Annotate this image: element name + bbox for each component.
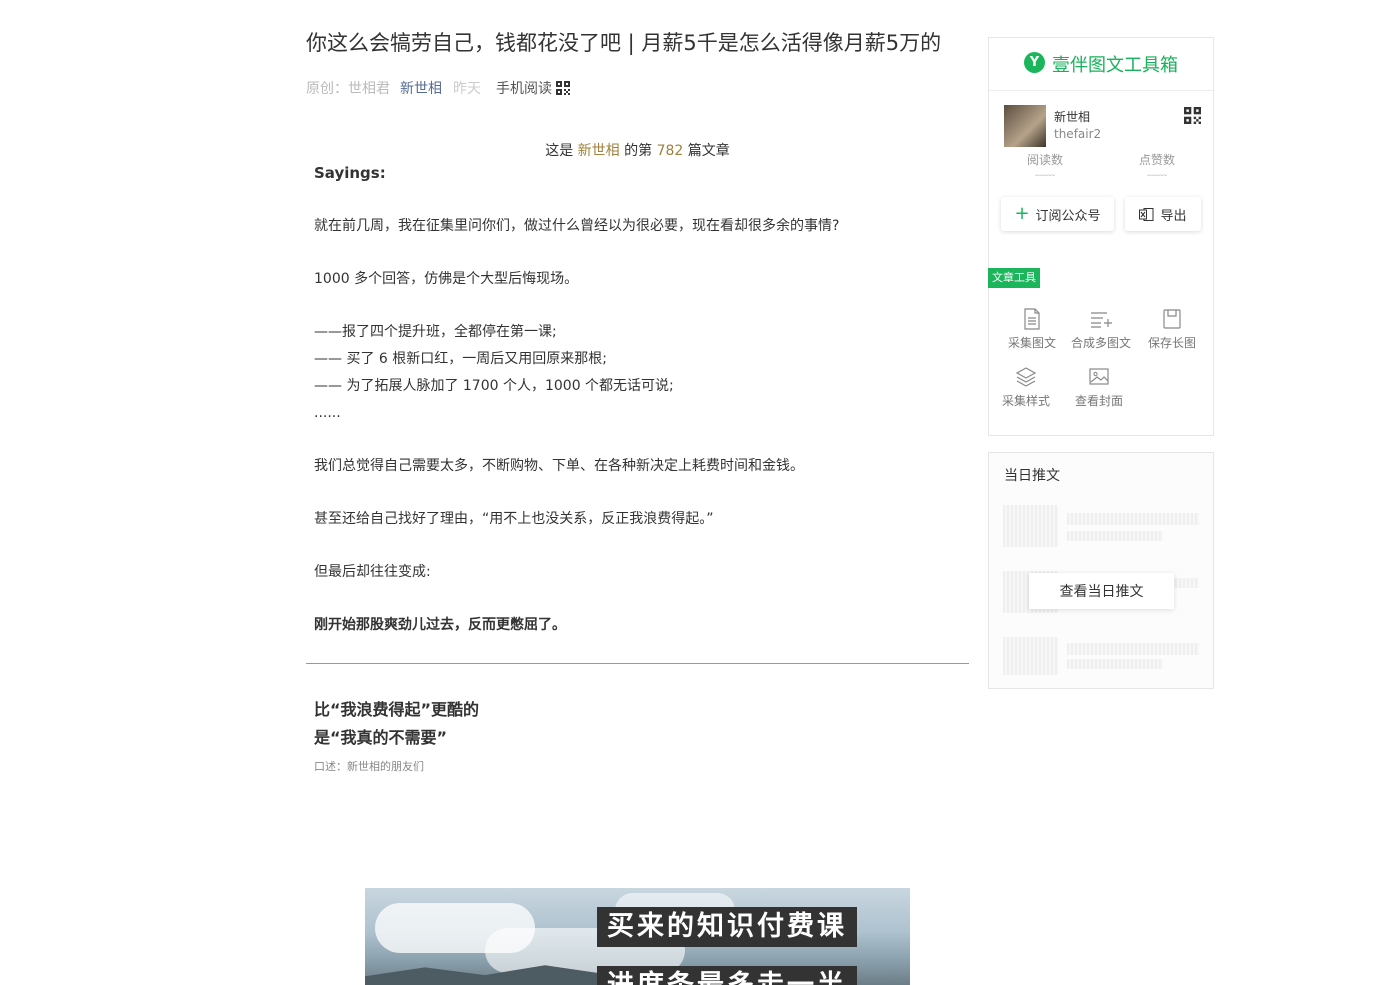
article-meta: 原创： 世相君 新世相 昨天 手机阅读 <box>306 78 969 98</box>
intro-number: 782 <box>656 143 684 159</box>
excel-icon <box>1139 207 1154 221</box>
profile-id: thefair2 <box>1054 127 1102 141</box>
original-label: 原创： <box>306 81 348 97</box>
paragraph: 但最后却往往变成: <box>314 564 431 580</box>
likes-stat: 点赞数 ﹏﹏ <box>1101 151 1213 195</box>
paragraph: 甚至还给自己找好了理由，“用不上也没关系，反正我浪费得起。” <box>314 511 714 527</box>
account-profile: 新世相 thefair2 <box>989 91 1213 151</box>
article: 你这么会犒劳自己，钱都花没了吧 | 月薪5千是怎么活得像月薪5万的 原创： 世相… <box>306 28 969 774</box>
sayings-heading: Sayings: <box>314 164 386 182</box>
thumbnail-placeholder <box>1003 505 1058 547</box>
view-daily-posts-button[interactable]: 查看当日推文 <box>1029 573 1174 609</box>
section-heading-line2: 是“我真的不需要” <box>314 728 448 747</box>
publish-date: 昨天 <box>453 81 481 97</box>
save-long-image-tool[interactable]: 保存长图 <box>1139 308 1205 351</box>
export-button[interactable]: 导出 <box>1125 197 1201 231</box>
banner-caption-1: 买来的知识付费课 <box>597 907 857 947</box>
view-cover-label: 查看封面 <box>1074 394 1123 408</box>
toolbox-title: 壹伴图文工具箱 <box>1052 55 1178 76</box>
article-title: 你这么会犒劳自己，钱都花没了吧 | 月薪5千是怎么活得像月薪5万的 <box>306 31 942 55</box>
author-name: 世相君 <box>348 81 390 97</box>
account-stats: 阅读数 ﹏﹏ 点赞数 ﹏﹏ <box>989 151 1213 195</box>
layers-icon <box>1015 367 1037 387</box>
collect-style-tool[interactable]: 采集样式 <box>993 366 1059 409</box>
reads-stat: 阅读数 ﹏﹏ <box>989 151 1101 195</box>
toolbox-header: Y 壹伴图文工具箱 <box>989 38 1213 91</box>
daily-posts-title: 当日推文 <box>1004 468 1060 484</box>
mobile-read-label: 手机阅读 <box>496 81 552 97</box>
list-item: —— 买了 6 根新口红，一周后又用回原来那根; <box>314 351 607 367</box>
article-banner-image: 买来的知识付费课 进度条最多走一半 <box>365 888 910 985</box>
collect-article-tool[interactable]: 采集图文 <box>999 308 1065 351</box>
daily-posts-panel: 当日推文 查看当日推文 <box>988 452 1214 689</box>
image-icon <box>1089 368 1109 385</box>
article-tools-tag: 文章工具 <box>988 268 1040 288</box>
qr-code-icon <box>556 81 570 95</box>
section-heading: 比“我浪费得起”更酷的 是“我真的不需要” <box>314 696 969 752</box>
subscribe-label: 订阅公众号 <box>1035 208 1101 224</box>
paragraph: 就在前几周，我在征集里问你们，做过什么曾经以为很必要，现在看却很多余的事情? <box>314 218 840 234</box>
paragraph-bold: 刚开始那股爽劲儿过去，反而更憋屈了。 <box>314 617 566 633</box>
collect-article-label: 采集图文 <box>1007 336 1056 350</box>
toolbox-panel: Y 壹伴图文工具箱 新世相 thefair2 阅读数 ﹏﹏ 点赞数 ﹏﹏ + 订… <box>988 37 1214 436</box>
paragraph: 1000 多个回答，仿佛是个大型后悔现场。 <box>314 271 579 287</box>
narrator-caption: 口述：新世相的朋友们 <box>314 760 424 773</box>
article-body: Sayings: 就在前几周，我在征集里问你们，做过什么曾经以为很必要，现在看却… <box>314 160 969 639</box>
list-add-icon <box>1091 312 1112 328</box>
list-item: ——报了四个提升班，全都停在第一课; <box>314 324 557 340</box>
export-label: 导出 <box>1160 208 1187 224</box>
likes-value-placeholder: ﹏﹏ <box>1147 167 1167 178</box>
banner-caption-2: 进度条最多走一半 <box>597 966 857 985</box>
subscribe-button[interactable]: + 订阅公众号 <box>1001 197 1114 231</box>
text-placeholder <box>1067 531 1163 541</box>
mobile-read-button[interactable]: 手机阅读 <box>496 78 570 98</box>
text-placeholder <box>1067 659 1163 669</box>
merge-articles-tool[interactable]: 合成多图文 <box>1066 308 1136 351</box>
profile-name: 新世相 <box>1054 110 1091 124</box>
qr-code-icon[interactable] <box>1184 107 1201 124</box>
list-item: —— 为了拓展人脉加了 1700 个人，1000 个都无话可说; <box>314 378 674 394</box>
intro-mid: 的第 <box>619 143 657 159</box>
section-heading-line1: 比“我浪费得起”更酷的 <box>314 700 480 719</box>
section-divider <box>306 663 969 664</box>
avatar[interactable] <box>1004 105 1046 147</box>
document-icon <box>1024 308 1040 330</box>
ellipsis: ...... <box>314 405 341 421</box>
view-cover-tool[interactable]: 查看封面 <box>1066 366 1132 409</box>
reads-label: 阅读数 <box>1026 153 1063 167</box>
thumbnail-placeholder <box>1003 637 1058 675</box>
yiban-logo-icon: Y <box>1024 51 1045 73</box>
text-placeholder <box>1067 513 1199 525</box>
collect-style-label: 采集样式 <box>1001 394 1050 408</box>
reads-value-placeholder: ﹏﹏ <box>1035 167 1055 178</box>
save-icon <box>1163 309 1181 329</box>
save-long-image-label: 保存长图 <box>1147 336 1196 350</box>
account-link[interactable]: 新世相 <box>400 78 442 98</box>
likes-label: 点赞数 <box>1138 153 1175 167</box>
article-intro: 这是 新世相 的第 782 篇文章 <box>306 140 969 160</box>
paragraph: 我们总觉得自己需要太多，不断购物、下单、在各种新决定上耗费时间和金钱。 <box>314 458 804 474</box>
profile-actions: + 订阅公众号 导出 <box>1001 197 1213 231</box>
intro-suffix: 篇文章 <box>683 143 730 159</box>
text-placeholder <box>1067 643 1199 655</box>
merge-articles-label: 合成多图文 <box>1070 336 1131 350</box>
plus-icon: + <box>1014 203 1030 224</box>
intro-prefix: 这是 <box>545 143 578 159</box>
intro-account: 新世相 <box>577 143 620 159</box>
